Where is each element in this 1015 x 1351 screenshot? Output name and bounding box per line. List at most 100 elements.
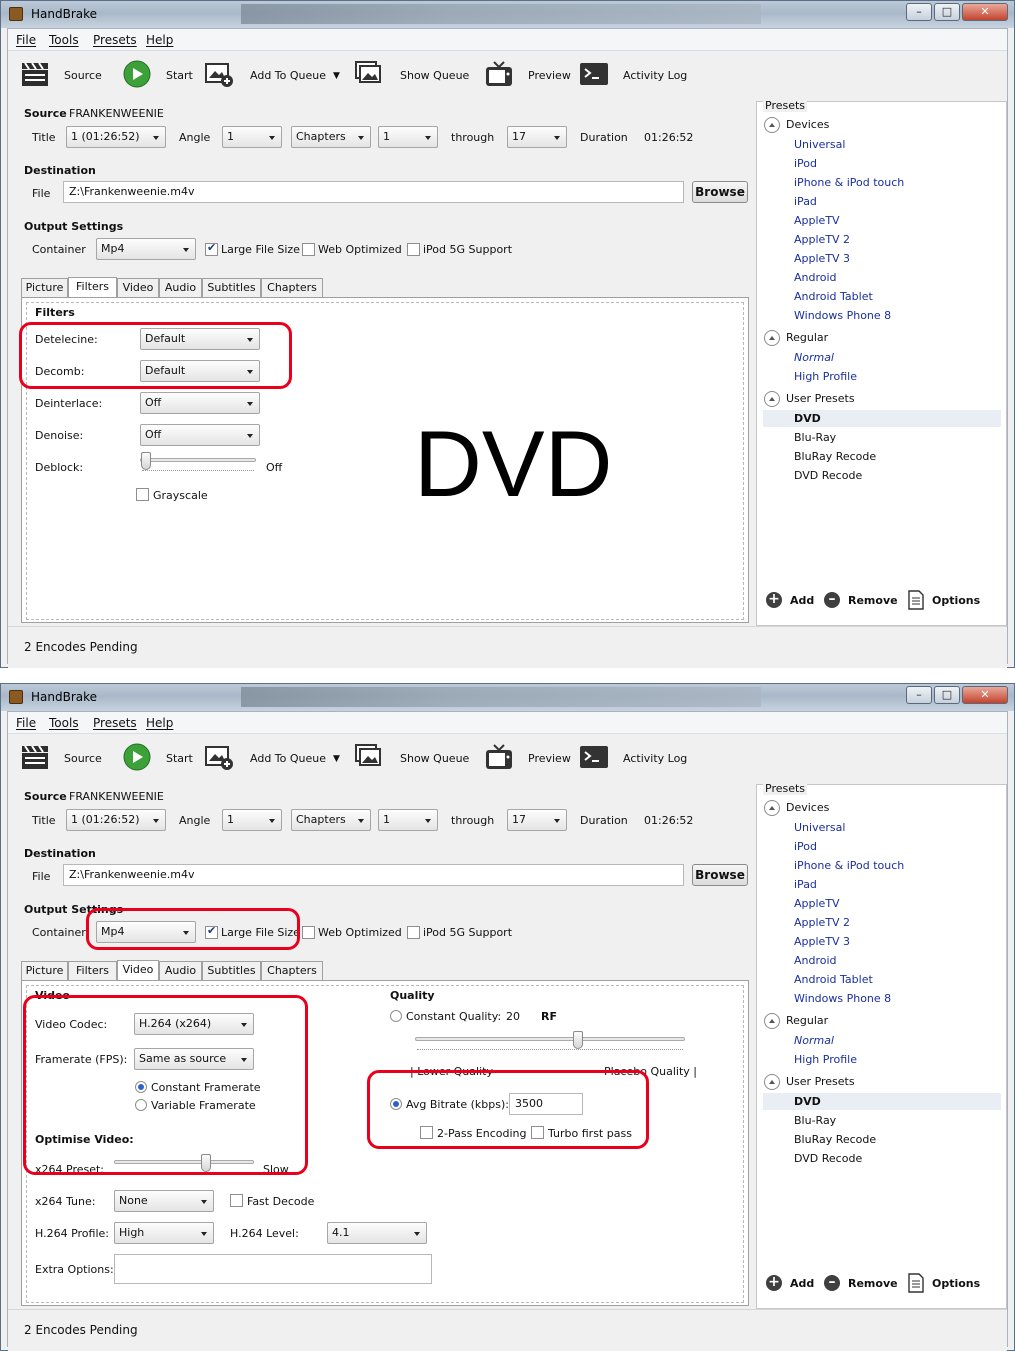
title-select[interactable]: 1 (01:26:52) bbox=[66, 126, 166, 148]
x264-tune-select[interactable]: None bbox=[114, 1190, 214, 1212]
add-to-queue-dropdown-icon[interactable]: ▼ bbox=[333, 747, 340, 771]
preset-universal[interactable]: Universal bbox=[794, 138, 845, 151]
add-to-queue-icon[interactable] bbox=[204, 60, 234, 88]
show-queue-icon[interactable] bbox=[354, 743, 384, 771]
source-button[interactable]: Source bbox=[64, 64, 102, 88]
range-end-select[interactable]: 17 bbox=[507, 126, 567, 148]
fast-decode-checkbox[interactable] bbox=[230, 1194, 243, 1207]
preset-ipad[interactable]: iPad bbox=[794, 878, 817, 891]
user-presets-collapse-icon[interactable] bbox=[764, 1074, 780, 1090]
preset-group-devices[interactable]: Devices bbox=[786, 801, 829, 814]
preset-blu-ray[interactable]: Blu-Ray bbox=[794, 431, 836, 444]
remove-preset-button[interactable]: Remove bbox=[848, 594, 898, 607]
preset-appletv-3[interactable]: AppleTV 3 bbox=[794, 252, 850, 265]
preset-android-tablet[interactable]: Android Tablet bbox=[794, 973, 873, 986]
preset-ipad[interactable]: iPad bbox=[794, 195, 817, 208]
add-preset-icon[interactable]: + bbox=[766, 1275, 782, 1291]
deinterlace-select[interactable]: Off bbox=[140, 392, 260, 414]
extra-options-input[interactable] bbox=[114, 1254, 432, 1284]
preset-blu-ray[interactable]: Blu-Ray bbox=[794, 1114, 836, 1127]
show-queue-button[interactable]: Show Queue bbox=[400, 64, 469, 88]
start-icon[interactable] bbox=[122, 60, 152, 88]
devices-collapse-icon[interactable] bbox=[764, 117, 780, 133]
menu-help[interactable]: Help bbox=[146, 33, 173, 47]
preview-icon[interactable] bbox=[484, 60, 514, 88]
minimize-icon[interactable]: – bbox=[906, 686, 932, 704]
container-select[interactable]: Mp4 bbox=[96, 238, 196, 260]
tab-filters[interactable]: Filters bbox=[68, 277, 117, 297]
add-to-queue-button[interactable]: Add To Queue bbox=[250, 747, 326, 771]
tab-chapters[interactable]: Chapters bbox=[261, 278, 323, 297]
quality-slider-track[interactable] bbox=[415, 1037, 685, 1041]
range-end-select[interactable]: 17 bbox=[507, 809, 567, 831]
activity-log-button[interactable]: Activity Log bbox=[623, 747, 687, 771]
preset-ipod[interactable]: iPod bbox=[794, 157, 817, 170]
preset-dvd[interactable]: DVD bbox=[794, 412, 821, 425]
ipod-5g-checkbox[interactable] bbox=[407, 926, 420, 939]
preset-high-profile[interactable]: High Profile bbox=[794, 1053, 857, 1066]
range-start-select[interactable]: 1 bbox=[378, 809, 438, 831]
preset-high-profile[interactable]: High Profile bbox=[794, 370, 857, 383]
user-presets-collapse-icon[interactable] bbox=[764, 391, 780, 407]
options-icon[interactable] bbox=[908, 590, 924, 610]
close-icon[interactable]: ✕ bbox=[962, 686, 1008, 704]
preset-iphone-ipod-touch[interactable]: iPhone & iPod touch bbox=[794, 859, 904, 872]
constant-quality-radio[interactable] bbox=[390, 1010, 402, 1022]
deblock-slider-track[interactable] bbox=[140, 458, 256, 462]
menu-tools[interactable]: Tools bbox=[49, 716, 79, 730]
add-preset-button[interactable]: Add bbox=[790, 594, 814, 607]
close-icon[interactable]: ✕ bbox=[962, 3, 1008, 21]
preset-android-tablet[interactable]: Android Tablet bbox=[794, 290, 873, 303]
preset-normal[interactable]: Normal bbox=[794, 351, 834, 364]
activity-log-icon[interactable] bbox=[579, 743, 609, 771]
preset-appletv-3[interactable]: AppleTV 3 bbox=[794, 935, 850, 948]
regular-collapse-icon[interactable] bbox=[764, 330, 780, 346]
preset-group-regular[interactable]: Regular bbox=[786, 331, 828, 344]
menu-file[interactable]: File bbox=[16, 716, 36, 730]
preset-appletv-2[interactable]: AppleTV 2 bbox=[794, 916, 850, 929]
activity-log-button[interactable]: Activity Log bbox=[623, 64, 687, 88]
angle-select[interactable]: 1 bbox=[222, 809, 282, 831]
preset-iphone-ipod-touch[interactable]: iPhone & iPod touch bbox=[794, 176, 904, 189]
range-start-select[interactable]: 1 bbox=[378, 126, 438, 148]
deblock-slider-thumb[interactable] bbox=[141, 452, 151, 470]
clapperboard-icon[interactable] bbox=[20, 60, 50, 88]
regular-collapse-icon[interactable] bbox=[764, 1013, 780, 1029]
menu-presets[interactable]: Presets bbox=[93, 716, 137, 730]
preview-button[interactable]: Preview bbox=[528, 747, 571, 771]
preset-bluray-recode[interactable]: BluRay Recode bbox=[794, 450, 876, 463]
show-queue-icon[interactable] bbox=[354, 60, 384, 88]
tab-picture[interactable]: Picture bbox=[21, 278, 68, 297]
ipod-5g-checkbox[interactable] bbox=[407, 243, 420, 256]
preset-ipod[interactable]: iPod bbox=[794, 840, 817, 853]
clapperboard-icon[interactable] bbox=[20, 743, 50, 771]
preset-dvd-recode[interactable]: DVD Recode bbox=[794, 1152, 862, 1165]
menu-help[interactable]: Help bbox=[146, 716, 173, 730]
options-button[interactable]: Options bbox=[932, 594, 980, 607]
tab-picture[interactable]: Picture bbox=[21, 961, 68, 980]
web-optimized-checkbox[interactable] bbox=[302, 243, 315, 256]
preset-appletv-2[interactable]: AppleTV 2 bbox=[794, 233, 850, 246]
add-preset-icon[interactable]: + bbox=[766, 592, 782, 608]
preset-appletv[interactable]: AppleTV bbox=[794, 897, 840, 910]
remove-preset-icon[interactable]: – bbox=[824, 592, 840, 608]
browse-button[interactable]: Browse bbox=[692, 181, 748, 203]
tab-video[interactable]: Video bbox=[117, 278, 159, 297]
show-queue-button[interactable]: Show Queue bbox=[400, 747, 469, 771]
menu-presets[interactable]: Presets bbox=[93, 33, 137, 47]
remove-preset-button[interactable]: Remove bbox=[848, 1277, 898, 1290]
title-select[interactable]: 1 (01:26:52) bbox=[66, 809, 166, 831]
tab-audio[interactable]: Audio bbox=[159, 961, 202, 980]
preset-universal[interactable]: Universal bbox=[794, 821, 845, 834]
preset-normal[interactable]: Normal bbox=[794, 1034, 834, 1047]
range-type-select[interactable]: Chapters bbox=[291, 126, 371, 148]
maximize-icon[interactable]: □ bbox=[934, 686, 960, 704]
preset-dvd[interactable]: DVD bbox=[794, 1095, 821, 1108]
angle-select[interactable]: 1 bbox=[222, 126, 282, 148]
destination-file-input[interactable]: Z:\Frankenweenie.m4v bbox=[63, 864, 684, 886]
tab-subtitles[interactable]: Subtitles bbox=[202, 961, 261, 980]
activity-log-icon[interactable] bbox=[579, 60, 609, 88]
preview-button[interactable]: Preview bbox=[528, 64, 571, 88]
menu-tools[interactable]: Tools bbox=[49, 33, 79, 47]
preset-group-user[interactable]: User Presets bbox=[786, 392, 855, 405]
